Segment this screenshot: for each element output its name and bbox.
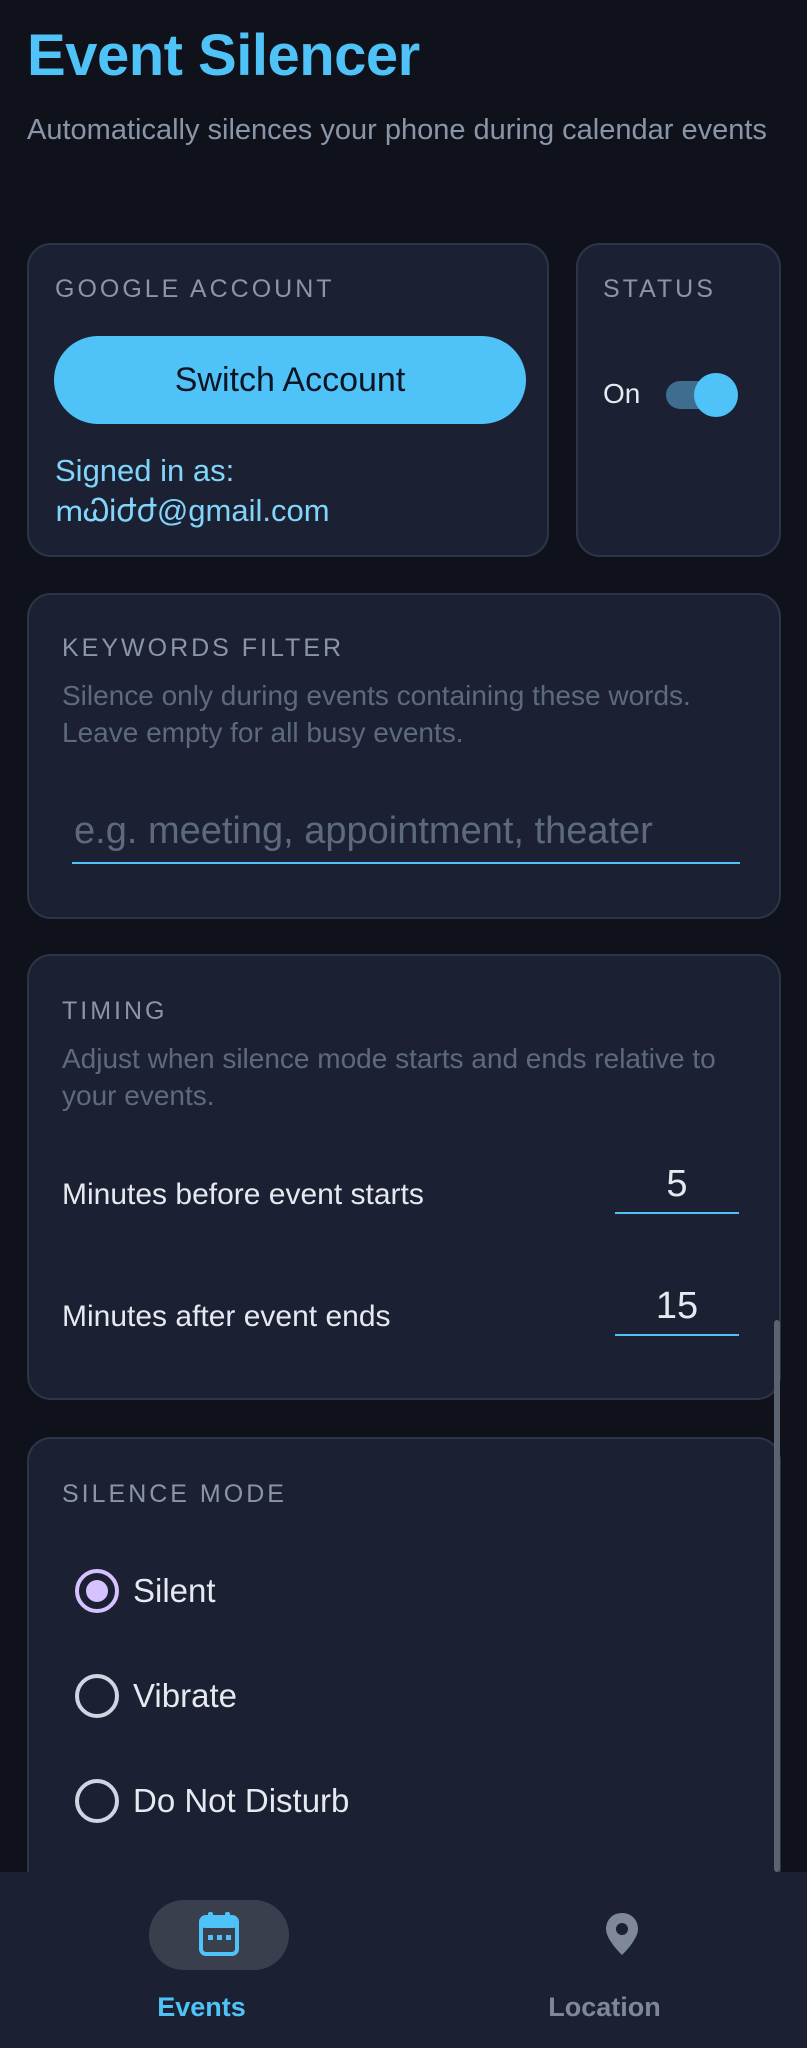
silence-mode-label: SILENCE MODE [62, 1480, 287, 1508]
status-label: STATUS [603, 275, 716, 303]
radio-option-vibrate[interactable]: Vibrate [75, 1666, 575, 1726]
radio-option-do-not-disturb[interactable]: Do Not Disturb [75, 1771, 575, 1831]
timing-description: Adjust when silence mode starts and ends… [62, 1043, 716, 1111]
nav-item-events[interactable]: Events [0, 1872, 403, 2048]
signed-in-label: Signed in as: [55, 453, 235, 488]
location-pin-icon [606, 1913, 638, 1955]
google-account-card: GOOGLE ACCOUNT Switch Account Signed in … [27, 243, 549, 557]
radio-label-vibrate: Vibrate [133, 1677, 237, 1714]
keywords-filter-label: KEYWORDS FILTER [62, 634, 345, 662]
nav-item-location[interactable]: Location [403, 1872, 806, 2048]
keywords-filter-card: KEYWORDS FILTER Silence only during even… [27, 593, 781, 919]
radio-option-silent[interactable]: Silent [75, 1561, 575, 1621]
nav-label-events: Events [157, 1992, 246, 2022]
keywords-input[interactable] [72, 800, 740, 864]
timing-label: TIMING [62, 997, 168, 1025]
status-toggle[interactable] [666, 371, 738, 417]
calendar-icon [199, 1912, 239, 1956]
app-screen: Event Silencer Automatically silences yo… [0, 0, 807, 2048]
google-account-label: GOOGLE ACCOUNT [55, 275, 335, 303]
minutes-before-input[interactable] [615, 1156, 739, 1214]
bottom-navigation: Events Location [0, 1872, 807, 2048]
account-email: ՠᏇᎥժժ@gmail.com [55, 493, 330, 528]
minutes-after-input[interactable] [615, 1278, 739, 1336]
switch-account-button[interactable]: Switch Account [54, 336, 526, 424]
radio-label-silent: Silent [133, 1572, 216, 1609]
toggle-thumb [694, 373, 738, 417]
app-subtitle: Automatically silences your phone during… [27, 114, 767, 146]
app-title: Event Silencer [27, 23, 420, 88]
radio-selected-icon [75, 1569, 119, 1613]
status-state-label: On [603, 378, 641, 409]
radio-unselected-icon [75, 1779, 119, 1823]
status-card: STATUS On [576, 243, 781, 557]
minutes-before-label: Minutes before event starts [62, 1178, 424, 1211]
signed-in-info: Signed in as: ՠᏇᎥժժ@gmail.com [55, 451, 330, 531]
radio-label-do-not-disturb: Do Not Disturb [133, 1782, 350, 1819]
nav-label-location: Location [548, 1992, 661, 2022]
keywords-filter-description: Silence only during events containing th… [62, 680, 691, 748]
minutes-after-label: Minutes after event ends [62, 1300, 391, 1333]
scrollbar[interactable] [774, 1320, 780, 1872]
radio-unselected-icon [75, 1674, 119, 1718]
timing-card: TIMING Adjust when silence mode starts a… [27, 954, 781, 1400]
